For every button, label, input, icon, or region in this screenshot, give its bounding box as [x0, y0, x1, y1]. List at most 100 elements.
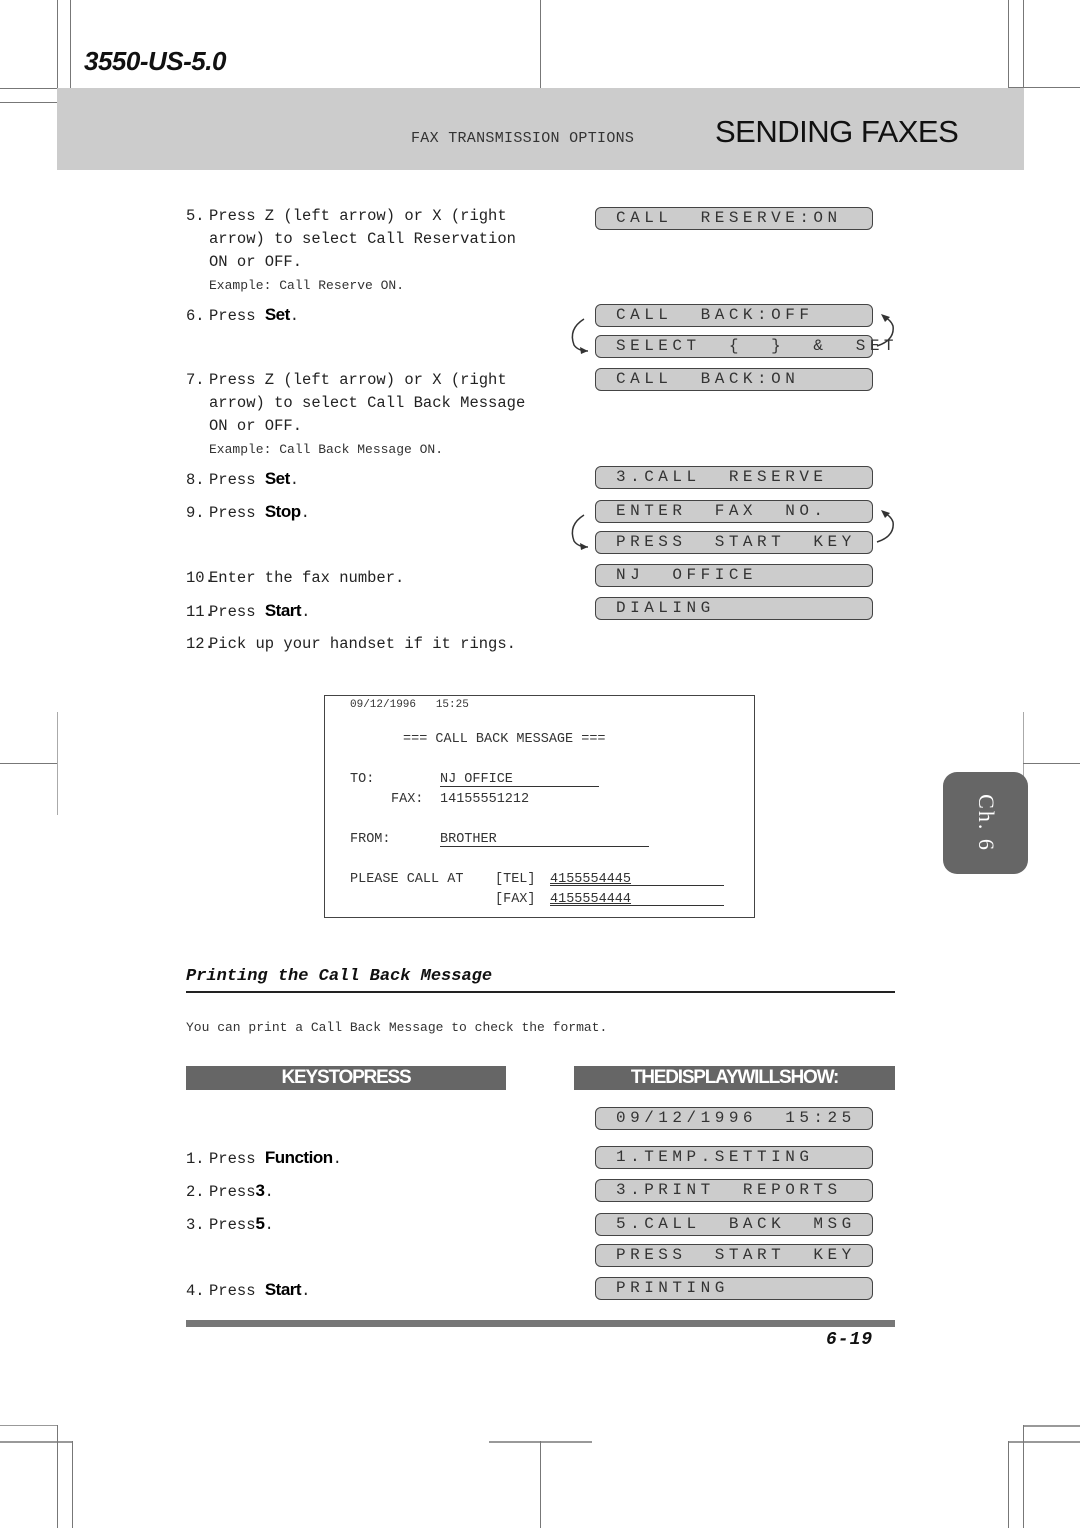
key-stop: Stop [264, 502, 301, 521]
step-11: 11.Press Start. [186, 599, 310, 624]
step-prefix: Press [209, 603, 256, 621]
crop-mark [1008, 1441, 1009, 1528]
call-back-message-report: 09/12/1996 15:25 === CALL BACK MESSAGE =… [324, 695, 755, 918]
lcd-display: 3.PRINT REPORTS [595, 1179, 873, 1202]
report-tel-underline [550, 885, 724, 886]
step-suffix: . [301, 1282, 311, 1300]
key-set: Set [264, 305, 290, 324]
report-from-value: BROTHER [440, 832, 497, 847]
step-text: arrow) to select Call Reservation [209, 230, 516, 248]
step-text: arrow) to select Call Back Message [209, 394, 526, 412]
report-title: === CALL BACK MESSAGE === [403, 732, 606, 747]
step-example: Example: Call Back Message ON. [209, 442, 444, 457]
lcd-display: CALL RESERVE:ON [595, 207, 873, 230]
key-start: Start [264, 601, 302, 620]
cycle-arrow-left-icon [571, 514, 589, 550]
crop-mark [1008, 1441, 1080, 1443]
step-number: 6. [186, 307, 205, 325]
crop-mark [0, 1441, 72, 1443]
lcd-display: PRINTING [595, 1277, 873, 1300]
report-please-call: PLEASE CALL AT [350, 872, 464, 887]
step-number: 1. [186, 1150, 205, 1168]
step-7: 7. Press Z (left arrow) or X (right arrow… [186, 369, 525, 461]
step-text: Enter the fax number. [209, 569, 405, 587]
crop-mark [1023, 0, 1024, 100]
key-set: Set [264, 469, 290, 488]
step-prefix: Press [209, 1183, 256, 1201]
step-example: Example: Call Reserve ON. [209, 278, 405, 293]
step-number: 3. [186, 1216, 205, 1234]
lcd-display: CALL BACK:ON [595, 368, 873, 391]
key-function: Function [264, 1148, 333, 1167]
section-heading: Printing the Call Back Message [186, 967, 493, 986]
step-number: 2. [186, 1183, 205, 1201]
keys-to-press-header: KEYSTOPRESS [186, 1066, 506, 1090]
crop-mark [70, 0, 71, 88]
heading-rule [186, 991, 895, 993]
step-suffix: . [301, 603, 311, 621]
report-from-label: FROM: [350, 832, 391, 847]
crop-mark [1023, 763, 1080, 764]
report-fax2-underline [550, 905, 724, 906]
step-8: 8. Press Set. [186, 467, 299, 492]
lcd-display: PRESS START KEY [595, 1244, 873, 1267]
crop-mark [57, 1425, 58, 1528]
crop-mark [540, 1441, 541, 1528]
report-to-value: NJ OFFICE [440, 772, 513, 787]
step-10: 10.Enter the fax number. [186, 567, 404, 590]
chapter-tab-label: Ch. 6 [973, 794, 999, 852]
lcd-display: 1.TEMP.SETTING [595, 1146, 873, 1169]
lcd-display: NJ OFFICE [595, 564, 873, 587]
step-text: ON or OFF. [209, 253, 303, 271]
crop-mark [0, 102, 57, 103]
report-datetime: 09/12/1996 15:25 [350, 699, 469, 711]
step-suffix: . [300, 504, 310, 522]
step-text: Press Z (left arrow) or X (right [209, 207, 507, 225]
step-number: 7. [186, 371, 205, 389]
report-tel-label: [TEL] [495, 872, 536, 887]
step-prefix: Press [209, 1216, 256, 1234]
key-start: Start [264, 1280, 302, 1299]
step-prefix: Press [209, 307, 256, 325]
step-6: 6. Press Set. [186, 303, 299, 328]
step-number: 5. [186, 207, 205, 225]
lcd-display: CALL BACK:OFF [595, 304, 873, 327]
step-prefix: Press [209, 471, 256, 489]
step-9: 9. Press Stop. [186, 500, 310, 525]
lcd-display: SELECT { } & SET [595, 335, 894, 358]
report-fax-value: 14155551212 [440, 792, 530, 807]
cycle-arrow-right-icon [876, 314, 894, 347]
step-suffix: . [264, 1216, 274, 1234]
section-subtitle: FAX TRANSMISSION OPTIONS [411, 130, 635, 147]
step-prefix: Press [209, 504, 256, 522]
lcd-display: 3.CALL RESERVE [595, 466, 873, 489]
lcd-display: 09/12/1996 15:25 [595, 1107, 873, 1130]
crop-mark [1008, 0, 1009, 88]
report-to-underline [440, 786, 599, 787]
section-title: SENDING FAXES [715, 114, 959, 149]
report-from-underline [440, 846, 649, 847]
step-5: 5. Press Z (left arrow) or X (right arrow… [186, 205, 516, 297]
step-number: 8. [186, 471, 205, 489]
crop-mark [1023, 1425, 1080, 1427]
crop-mark [0, 1425, 57, 1426]
report-fax-label: FAX: [391, 792, 424, 807]
print-step-1: 1. Press Function. [186, 1146, 342, 1171]
step-suffix: . [289, 307, 300, 325]
step-number: 4. [186, 1282, 205, 1300]
step-number: 9. [186, 504, 205, 522]
step-prefix: Press [209, 1282, 256, 1300]
step-number: 11. [186, 603, 214, 621]
crop-mark [0, 763, 57, 764]
section-intro: You can print a Call Back Message to che… [186, 1020, 608, 1035]
page-number: 6-19 [826, 1330, 874, 1350]
print-step-3: 3. Press5. [186, 1212, 274, 1237]
step-suffix: . [264, 1183, 274, 1201]
step-number: 10. [186, 569, 214, 587]
document-id: 3550-US-5.0 [84, 46, 226, 76]
step-suffix: . [289, 471, 300, 489]
crop-mark [72, 1441, 73, 1528]
print-step-4: 4. Press Start. [186, 1278, 310, 1303]
step-text: Pick up your handset if it rings. [209, 635, 516, 653]
crop-mark [57, 712, 58, 815]
